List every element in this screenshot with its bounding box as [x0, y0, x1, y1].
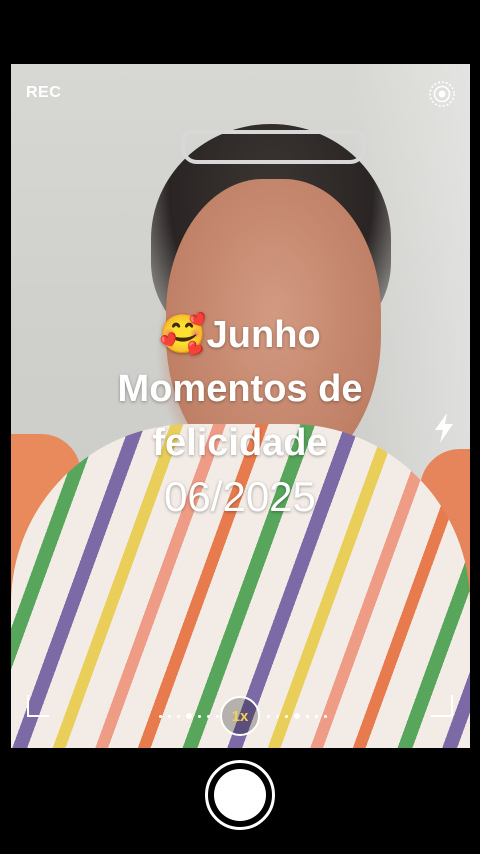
shutter-button-inner[interactable] — [214, 769, 266, 821]
rec-label: REC — [26, 84, 62, 101]
zoom-ticks-left — [159, 713, 219, 719]
zoom-slider[interactable]: 1x — [150, 694, 330, 738]
shutter-button[interactable] — [205, 760, 275, 830]
live-photo-icon[interactable] — [428, 80, 456, 108]
zoom-level-button[interactable]: 1x — [220, 696, 260, 736]
caption-title-line: 🥰Junho — [0, 308, 480, 362]
smiling-face-with-hearts-icon: 🥰 — [159, 314, 207, 356]
zoom-ticks-right — [267, 713, 327, 719]
caption-line-2: Momentos de — [117, 368, 363, 410]
caption-line-3: felicidade — [152, 422, 328, 464]
frame-corner-bottom-right — [431, 695, 453, 717]
subject-sunglasses — [181, 130, 366, 164]
caption-date: 06/2025 — [164, 473, 316, 520]
frame-corner-bottom-left — [27, 695, 49, 717]
caption-month: Junho — [206, 314, 321, 356]
story-caption: 🥰Junho Momentos de felicidade 06/2025 — [0, 308, 480, 524]
